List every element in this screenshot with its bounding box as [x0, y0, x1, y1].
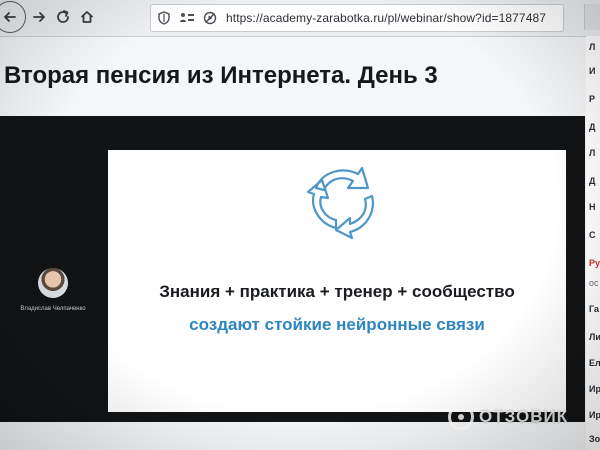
sidebar-item[interactable]: Ли: [589, 332, 600, 342]
home-icon: [80, 11, 94, 23]
presentation-slide: Знания + практика + тренер + сообщество …: [108, 150, 566, 412]
sidebar-item[interactable]: Д: [589, 122, 595, 132]
cycle-arrows-icon: [306, 166, 374, 240]
browser-toolbar: https://academy-zarabotka.ru/pl/webinar/…: [0, 0, 600, 37]
presenter-panel: Владислав Челпаченко: [6, 268, 100, 312]
sidebar-item[interactable]: Р: [589, 94, 595, 104]
page-title: Вторая пенсия из Интернета. День 3: [4, 62, 438, 89]
browser-window: https://academy-zarabotka.ru/pl/webinar/…: [0, 0, 600, 450]
sidebar-item[interactable]: Л: [589, 42, 595, 52]
forward-button[interactable]: [26, 4, 52, 30]
arrow-right-icon: [33, 12, 45, 22]
webinar-player[interactable]: Владислав Челпаченко Знания + практика +…: [0, 116, 585, 422]
sidebar-item[interactable]: Зо: [589, 434, 600, 444]
presenter-name: Владислав Челпаченко: [20, 306, 86, 312]
sidebar-item: ос: [589, 278, 599, 288]
shield-icon[interactable]: [154, 8, 174, 28]
back-button[interactable]: [0, 1, 26, 33]
otzovik-logo-icon: [448, 404, 474, 430]
sidebar-item[interactable]: Ел: [589, 358, 600, 368]
sidebar-item[interactable]: Ру: [589, 258, 600, 268]
avatar: [38, 268, 68, 298]
permissions-icon[interactable]: [177, 8, 197, 28]
sidebar-item[interactable]: С: [589, 230, 596, 240]
sidebar-item[interactable]: Н: [589, 202, 596, 212]
sidebar-item[interactable]: Га: [589, 304, 599, 314]
reload-button[interactable]: [50, 4, 76, 30]
sidebar-item[interactable]: Л: [589, 148, 595, 158]
watermark: ОТЗОВИК: [448, 404, 568, 430]
chat-sidebar: Л И Р Д Л Д Н С Ру ос Га Ли Ел Ир Ир Зо: [586, 36, 600, 450]
autoplay-blocked-icon[interactable]: [200, 8, 220, 28]
toolbar-overflow: [584, 4, 600, 30]
sidebar-item[interactable]: Ир: [589, 384, 600, 394]
home-button[interactable]: [74, 4, 100, 30]
arrow-left-icon: [4, 12, 16, 22]
watermark-text: ОТЗОВИК: [479, 407, 569, 426]
sidebar-item[interactable]: И: [589, 66, 595, 76]
address-bar[interactable]: https://academy-zarabotka.ru/pl/webinar/…: [150, 4, 564, 32]
sidebar-item[interactable]: Ир: [589, 410, 600, 420]
slide-subheading: создают стойкие нейронные связи: [189, 315, 485, 334]
slide-heading: Знания + практика + тренер + сообщество: [159, 282, 515, 301]
url-text: https://academy-zarabotka.ru/pl/webinar/…: [226, 11, 547, 25]
sidebar-item[interactable]: Д: [589, 176, 595, 186]
reload-icon: [57, 10, 69, 23]
